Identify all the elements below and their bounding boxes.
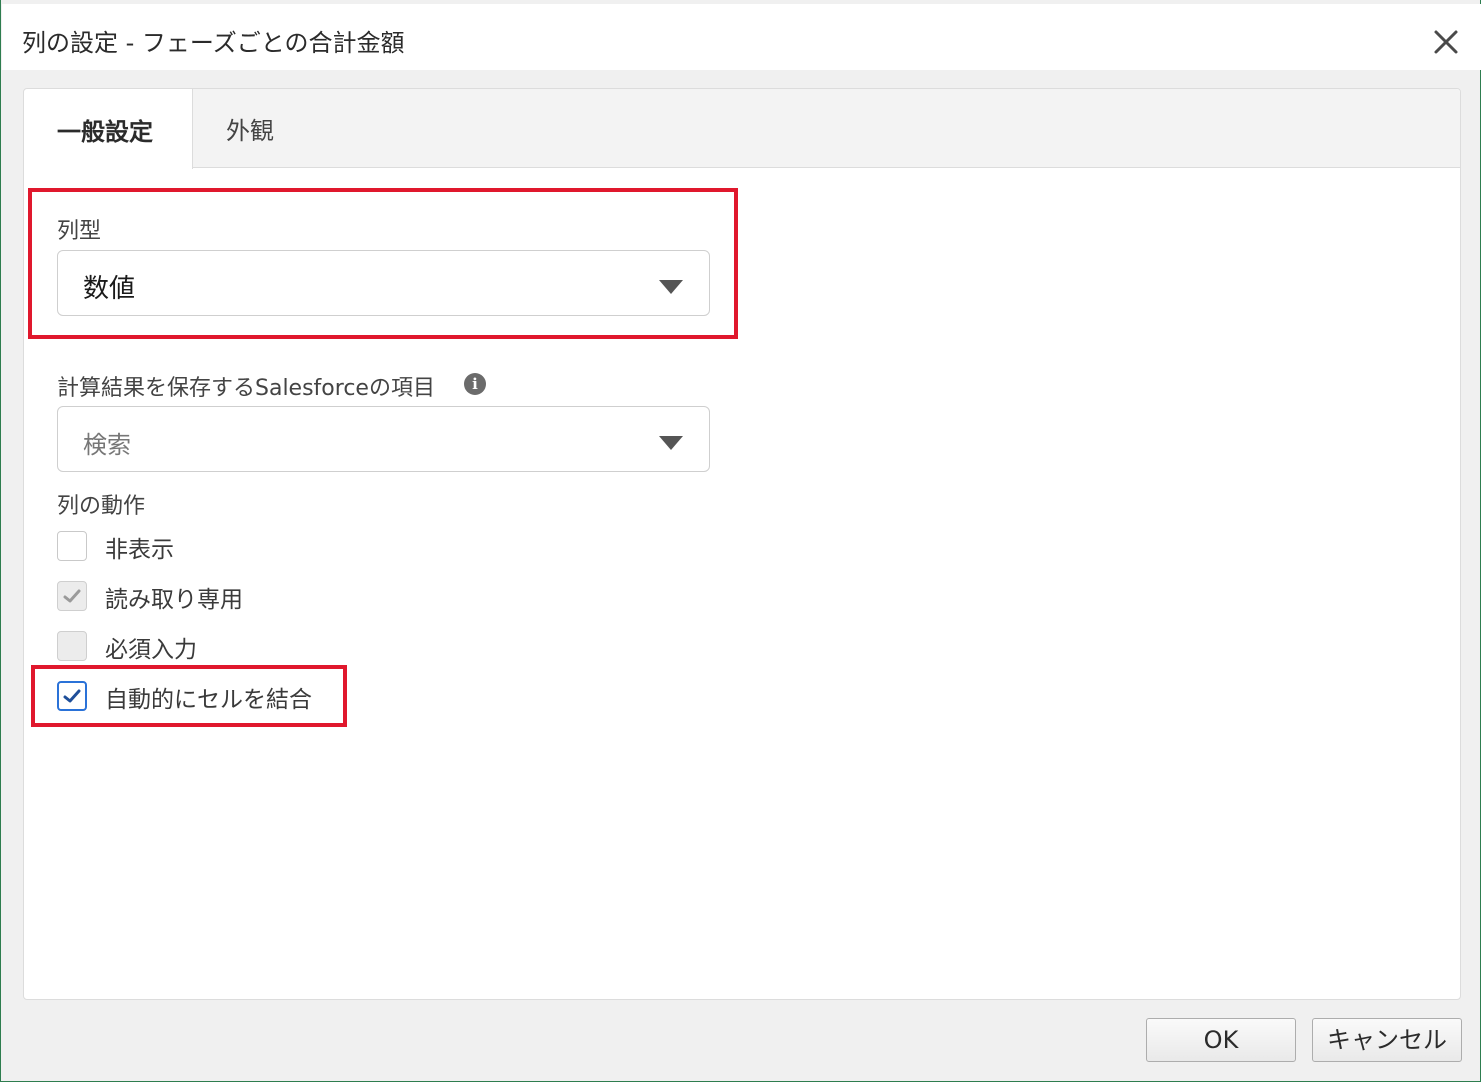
chevron-down-icon [659, 280, 683, 294]
dialog-title: 列の設定 - フェーズごとの合計金額 [22, 29, 405, 57]
tab-appearance-label: 外観 [226, 117, 274, 145]
required-checkbox-label: 必須入力 [105, 637, 197, 663]
column-type-label: 列型 [57, 219, 102, 244]
ok-button[interactable]: OK [1146, 1018, 1296, 1062]
cancel-button[interactable]: キャンセル [1312, 1018, 1462, 1062]
salesforce-field-label: 計算結果を保存するSalesforceの項目 [57, 376, 435, 401]
column-behavior-label: 列の動作 [57, 494, 146, 519]
read-only-checkbox-label: 読み取り専用 [105, 587, 243, 613]
tab-appearance[interactable]: 外観 [193, 89, 313, 168]
required-checkbox[interactable] [57, 631, 87, 661]
column-type-value: 数値 [83, 274, 136, 304]
tab-general-label: 一般設定 [57, 117, 153, 146]
tab-general[interactable]: 一般設定 [24, 89, 193, 169]
info-icon[interactable]: i [464, 373, 486, 395]
salesforce-field-search[interactable]: 検索 [57, 406, 710, 472]
hide-checkbox-label: 非表示 [105, 537, 174, 563]
check-icon [63, 589, 81, 603]
salesforce-field-placeholder: 検索 [83, 431, 131, 459]
column-type-select[interactable]: 数値 [57, 250, 710, 316]
column-settings-dialog: 列の設定 - フェーズごとの合計金額 一般設定 外観 列型 数値 計算結果を保存… [0, 0, 1481, 1082]
hide-checkbox[interactable] [57, 531, 87, 561]
read-only-checkbox[interactable] [57, 581, 87, 611]
tab-bar: 一般設定 外観 [24, 89, 1460, 169]
close-icon[interactable] [1430, 26, 1462, 58]
auto-merge-cells-checkbox[interactable] [57, 681, 87, 711]
chevron-down-icon [659, 436, 683, 450]
auto-merge-cells-checkbox-label: 自動的にセルを結合 [105, 687, 312, 713]
check-icon [63, 689, 81, 703]
settings-panel: 一般設定 外観 列型 数値 計算結果を保存するSalesforceの項目 i 検… [23, 88, 1461, 1000]
dialog-titlebar: 列の設定 - フェーズごとの合計金額 [2, 4, 1481, 70]
